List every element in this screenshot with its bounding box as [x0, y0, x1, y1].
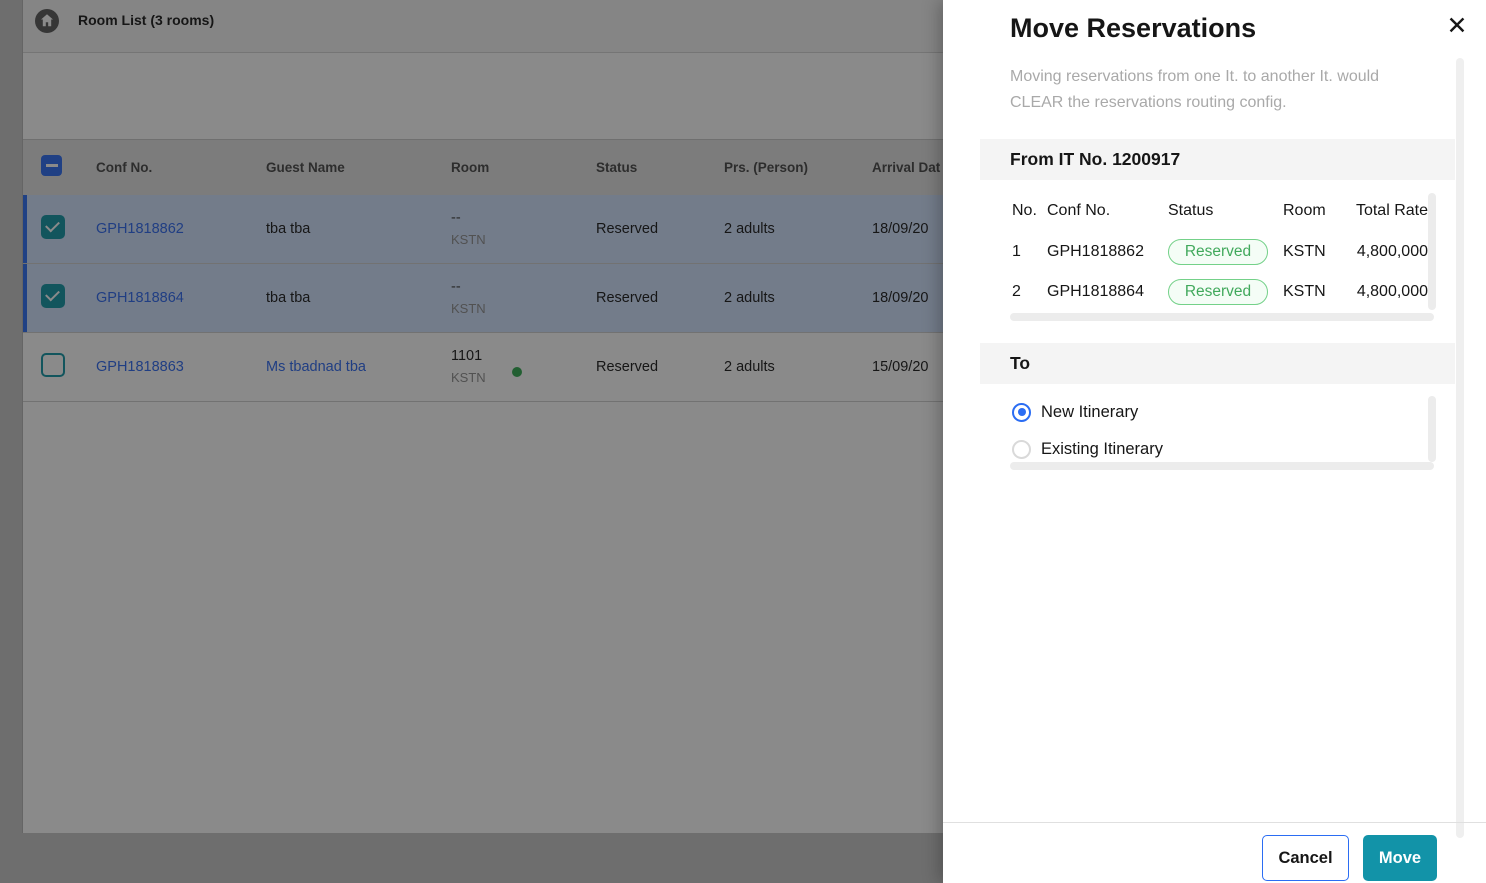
option-label: Existing Itinerary	[1041, 440, 1163, 459]
to-options-vertical-scrollbar[interactable]	[1428, 396, 1436, 462]
close-icon[interactable]: ✕	[1441, 10, 1473, 42]
from-table-row: 1 GPH1818862 Reserved KSTN 4,800,000	[1012, 232, 1428, 272]
option-new-itinerary[interactable]: New Itinerary	[1012, 394, 1138, 430]
status-badge: Reserved	[1168, 279, 1268, 305]
status-badge: Reserved	[1168, 239, 1268, 265]
panel-vertical-scrollbar[interactable]	[1456, 58, 1464, 838]
row-index: 2	[1012, 283, 1047, 301]
from-column-room: Room	[1283, 202, 1347, 220]
room-code: KSTN	[1283, 243, 1347, 261]
total-rate: 4,800,000	[1347, 283, 1428, 301]
footer-divider	[943, 822, 1486, 823]
from-column-conf-no: Conf No.	[1047, 202, 1168, 220]
cancel-button[interactable]: Cancel	[1262, 835, 1349, 881]
from-table-header: No. Conf No. Status Room Total Rate	[1012, 198, 1428, 224]
from-table-horizontal-scrollbar[interactable]	[1010, 313, 1434, 321]
to-section-heading: To	[980, 343, 1455, 384]
total-rate: 4,800,000	[1347, 243, 1428, 261]
panel-description: Moving reservations from one It. to anot…	[1010, 64, 1430, 116]
from-table-row: 2 GPH1818864 Reserved KSTN 4,800,000	[1012, 272, 1428, 312]
conf-no: GPH1818864	[1047, 283, 1168, 301]
room-code: KSTN	[1283, 283, 1347, 301]
from-table-vertical-scrollbar[interactable]	[1428, 193, 1436, 310]
move-reservations-panel: Move Reservations ✕ Moving reservations …	[943, 0, 1486, 883]
conf-no: GPH1818862	[1047, 243, 1168, 261]
move-button[interactable]: Move	[1363, 835, 1437, 881]
row-index: 1	[1012, 243, 1047, 261]
radio-selected-icon[interactable]	[1012, 403, 1031, 422]
panel-title: Move Reservations	[1010, 13, 1256, 44]
from-column-status: Status	[1168, 202, 1283, 220]
radio-unselected-icon[interactable]	[1012, 440, 1031, 459]
to-options-horizontal-scrollbar[interactable]	[1010, 462, 1434, 470]
option-label: New Itinerary	[1041, 403, 1138, 422]
from-column-no: No.	[1012, 202, 1047, 220]
from-section-heading: From IT No. 1200917	[980, 139, 1455, 180]
from-column-total-rate: Total Rate	[1347, 202, 1428, 220]
